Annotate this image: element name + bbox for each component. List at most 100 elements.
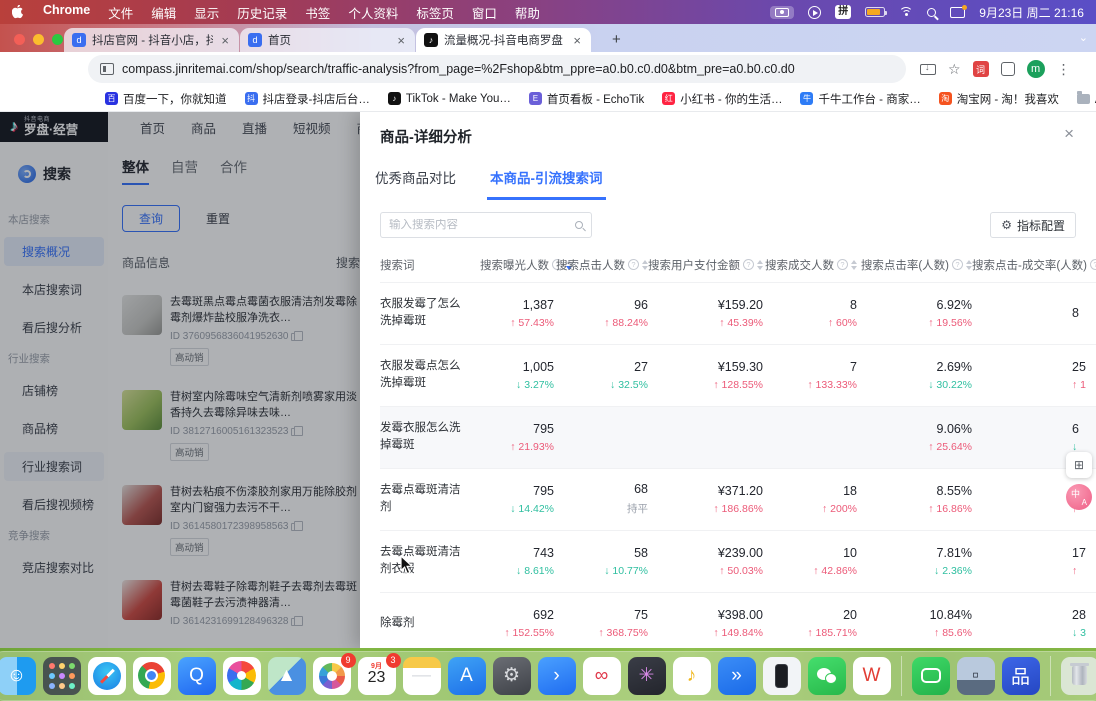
bookmark-item-3[interactable]: ♪TikTok - Make You… xyxy=(381,89,518,108)
sort-icon[interactable] xyxy=(757,260,763,270)
info-icon[interactable]: ? xyxy=(837,259,848,270)
table-row[interactable]: 发霉衣服怎么洗掉霉斑795↑ 21.93%9.06%↑ 25.64%6↓ xyxy=(380,406,1096,468)
menu-item-2[interactable]: 编辑 xyxy=(151,3,176,22)
column-header[interactable]: 搜索点击率(人数)? xyxy=(857,248,972,282)
tab-close-icon[interactable]: × xyxy=(571,33,583,48)
menu-item-7[interactable]: 标签页 xyxy=(416,3,454,22)
bookmark-item-8[interactable]: AI大神 xyxy=(1070,88,1096,110)
menu-item-4[interactable]: 历史记录 xyxy=(237,3,287,22)
dock-dingtalk-icon[interactable]: » xyxy=(718,657,756,695)
dock-photos-icon[interactable]: 9 xyxy=(313,657,351,695)
profile-avatar[interactable]: m xyxy=(1027,60,1045,78)
site-info-icon[interactable] xyxy=(100,63,114,75)
close-icon[interactable]: × xyxy=(1064,124,1074,144)
spotlight-search-icon[interactable] xyxy=(927,8,936,17)
floating-grid-widget[interactable]: ⊞ xyxy=(1066,452,1092,478)
column-header[interactable]: 搜索点击-成交率(人数)? xyxy=(972,248,1096,282)
dock-settings-icon[interactable]: ⚙ xyxy=(493,657,531,695)
table-row[interactable]: 去霉点霉斑清洁剂795↓ 14.42%68持平¥371.20↑ 186.86%1… xyxy=(380,468,1096,530)
keyword-search-input[interactable] xyxy=(380,212,592,238)
table-row[interactable]: 衣服发霉了怎么洗掉霉斑1,387↑ 57.43%96↑ 88.24%¥159.2… xyxy=(380,282,1096,344)
dock-calendar-icon[interactable]: 9月233 xyxy=(358,657,396,695)
search-input[interactable] xyxy=(389,219,575,231)
chrome-menu-icon[interactable]: ⋮ xyxy=(1057,61,1071,78)
modal-tab[interactable]: 本商品-引流搜索词 xyxy=(487,167,606,200)
bookmark-item-7[interactable]: 淘淘宝网 - 淘！我喜欢 xyxy=(932,88,1066,110)
screen-sharing-icon[interactable] xyxy=(770,6,794,19)
play-circle-icon[interactable] xyxy=(808,6,821,19)
dock-trash-icon[interactable] xyxy=(1061,657,1096,695)
bookmark-item-1[interactable]: 百百度一下，你就知道 xyxy=(98,88,234,110)
dock-launchpad-icon[interactable] xyxy=(43,657,81,695)
dock-iphone-mirroring-icon[interactable] xyxy=(763,657,801,695)
dock-pinwheel-browser-icon[interactable] xyxy=(223,657,261,695)
bookmark-star-icon[interactable]: ☆ xyxy=(948,61,961,78)
info-icon[interactable]: ? xyxy=(1090,259,1096,270)
dock-wechat-icon[interactable] xyxy=(808,657,846,695)
menu-item-5[interactable]: 书签 xyxy=(305,3,330,22)
bookmark-item-6[interactable]: 牛千牛工作台 - 商家… xyxy=(793,88,927,110)
install-download-icon[interactable] xyxy=(920,64,936,75)
extensions-icon[interactable] xyxy=(1001,62,1015,76)
dock-maps-icon[interactable]: ▲ xyxy=(268,657,306,695)
wifi-icon[interactable] xyxy=(899,7,913,18)
dock-safari-icon[interactable] xyxy=(88,657,126,695)
menu-item-8[interactable]: 窗口 xyxy=(472,3,497,22)
metric-config-button[interactable]: ⚙ 指标配置 xyxy=(990,212,1076,238)
column-header[interactable]: 搜索用户支付金额? xyxy=(648,248,763,282)
bookmark-item-5[interactable]: 红小红书 - 你的生活… xyxy=(655,88,789,110)
tab-close-icon[interactable]: × xyxy=(219,33,231,48)
column-header[interactable]: 搜索成交人数? xyxy=(763,248,857,282)
red-extension-icon[interactable]: 词 xyxy=(973,61,989,77)
apple-logo-icon[interactable] xyxy=(12,5,25,20)
close-window-button[interactable] xyxy=(14,34,25,45)
menu-item-3[interactable]: 显示 xyxy=(194,3,219,22)
minimize-window-button[interactable] xyxy=(33,34,44,45)
table-row[interactable]: 除霉剂692↑ 152.55%75↑ 368.75%¥398.00↑ 149.8… xyxy=(380,592,1096,648)
dock-qq-music-icon[interactable]: ♪ xyxy=(673,657,711,695)
zoom-window-button[interactable] xyxy=(52,34,63,45)
sort-desc-icon xyxy=(851,266,857,270)
dock-shop-app-icon[interactable]: 品 xyxy=(1002,657,1040,695)
address-bar[interactable]: compass.jinritemai.com/shop/search/traff… xyxy=(88,55,906,83)
dock-messages-app-icon[interactable] xyxy=(912,657,950,695)
tab-search-chevron-icon[interactable]: ⌄ xyxy=(1079,31,1088,44)
info-icon[interactable]: ? xyxy=(628,259,639,270)
info-icon[interactable]: ? xyxy=(952,259,963,270)
menu-item-chrome[interactable]: Chrome xyxy=(43,3,90,22)
menu-bar-clock[interactable]: 9月23日 周二 21:16 xyxy=(979,4,1084,21)
browser-tab-3[interactable]: ♪流量概况-抖音电商罗盘× xyxy=(416,28,591,52)
dock-blue-bird-app-icon[interactable]: › xyxy=(538,657,576,695)
browser-tab-2[interactable]: d首页× xyxy=(240,28,415,52)
dock-notes-icon[interactable]: — xyxy=(403,657,441,695)
sort-icon[interactable] xyxy=(851,260,857,270)
table-row[interactable]: 衣服发霉点怎么洗掉霉斑1,005↓ 3.27%27↓ 32.5%¥159.30↑… xyxy=(380,344,1096,406)
column-header[interactable]: 搜索点击人数? xyxy=(554,248,648,282)
dock-quark-icon[interactable]: Q xyxy=(178,657,216,695)
menu-item-1[interactable]: 文件 xyxy=(108,3,133,22)
menu-item-6[interactable]: 个人资料 xyxy=(348,3,398,22)
dock-chrome-icon[interactable] xyxy=(133,657,171,695)
dock-finder-icon[interactable]: ☺ xyxy=(0,657,36,695)
dock-desktop-preview-icon[interactable]: ▫ xyxy=(957,657,995,695)
user-switch-icon[interactable] xyxy=(950,7,965,18)
bookmark-item-4[interactable]: E首页看板 - EchoTik xyxy=(522,88,651,110)
floating-translate-button[interactable]: 中A xyxy=(1066,484,1092,510)
url-text[interactable]: compass.jinritemai.com/shop/search/traff… xyxy=(122,62,894,76)
column-header[interactable]: 搜索曝光人数? xyxy=(480,248,554,282)
bookmark-item-2[interactable]: 抖抖店登录-抖店后台… xyxy=(238,88,377,110)
dock-wps-icon[interactable]: W xyxy=(853,657,891,695)
input-method-icon[interactable]: 拼 xyxy=(835,5,851,19)
dock-circles-app-icon[interactable]: ∞ xyxy=(583,657,621,695)
dock-app-store-icon[interactable]: A xyxy=(448,657,486,695)
modal-tab[interactable]: 优秀商品对比 xyxy=(372,167,459,200)
tab-close-icon[interactable]: × xyxy=(395,33,407,48)
dock-media-app-icon[interactable]: ✳ xyxy=(628,657,666,695)
menu-item-9[interactable]: 帮助 xyxy=(515,3,540,22)
new-tab-button[interactable]: + xyxy=(612,31,621,48)
value-cell: 68持平 xyxy=(554,468,648,530)
dock: ☺ Q ▲99月233—A⚙›∞✳♪» W ▫品 xyxy=(0,651,1096,701)
browser-tab-1[interactable]: d抖店官网 - 抖音小店，抖音电…× xyxy=(64,28,239,52)
info-icon[interactable]: ? xyxy=(743,259,754,270)
table-row[interactable]: 去霉点霉斑清洁剂衣服743↓ 8.61%58↓ 10.77%¥239.00↑ 5… xyxy=(380,530,1096,592)
